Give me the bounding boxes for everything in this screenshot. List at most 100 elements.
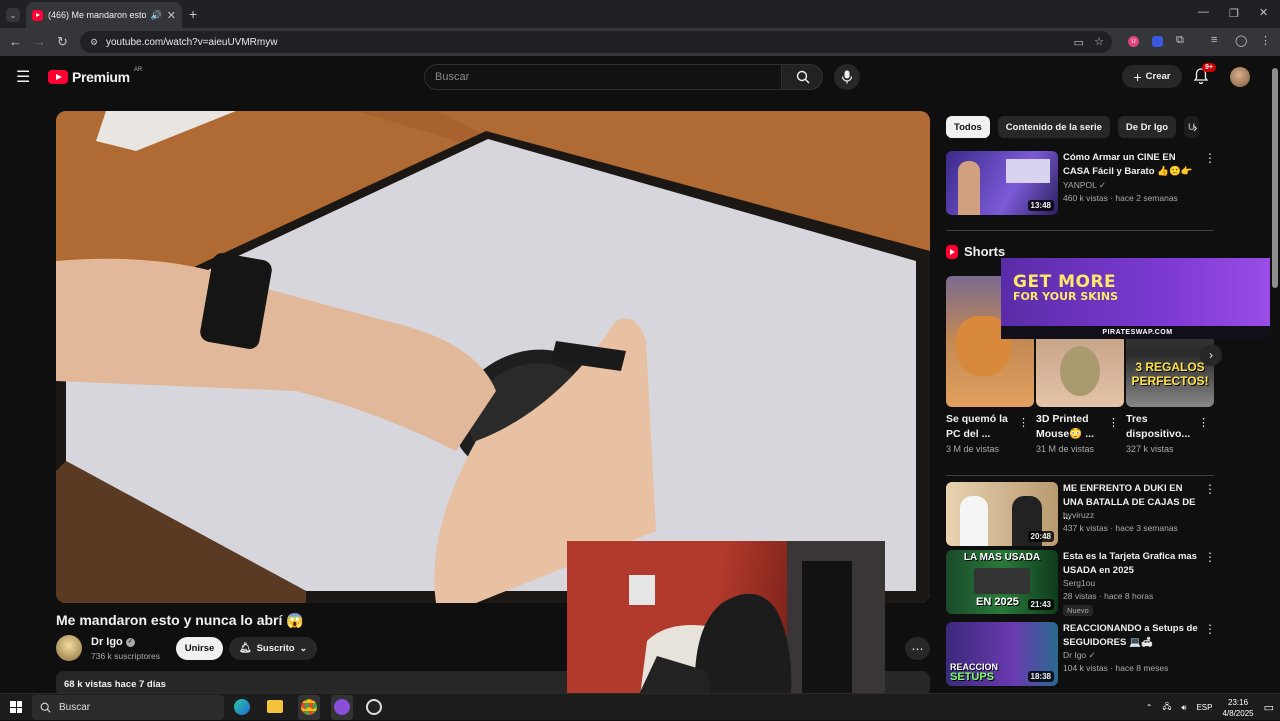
- hamburger-menu-icon[interactable]: ☰: [16, 67, 30, 87]
- video-meta: 460 k vistas · hace 2 semanas: [1063, 193, 1178, 203]
- related-filter-chips: Todos Contenido de la serie De Dr Igo U: [946, 116, 1199, 138]
- cast-icon[interactable]: ▭: [1074, 36, 1084, 49]
- minimize-icon[interactable]: —: [1198, 6, 1209, 18]
- url-text: youtube.com/watch?v=aieuUVMRmyw: [106, 36, 278, 48]
- video-title: Cómo Armar un CINE EN CASA Fácil y Barat…: [1063, 152, 1193, 177]
- forward-icon[interactable]: →: [33, 34, 46, 49]
- voice-search-button[interactable]: [834, 64, 860, 90]
- short-views: 3 M de vistas: [946, 444, 1000, 454]
- windows-logo-icon: [10, 701, 16, 707]
- page-scrollbar[interactable]: [1270, 56, 1280, 693]
- notification-center-icon[interactable]: ▭: [1264, 701, 1274, 714]
- reload-icon[interactable]: ↻: [57, 34, 68, 50]
- recommended-video[interactable]: LA MAS USADA EN 2025 21:43 Esta es la Ta…: [946, 550, 1216, 616]
- shorts-icon: [946, 244, 958, 259]
- recommended-video[interactable]: REACCION SETUPS 18:38 REACCIONANDO a Set…: [946, 622, 1216, 686]
- thumb-person: [958, 161, 980, 215]
- tray-chevron-icon[interactable]: ⌃: [1146, 703, 1153, 712]
- microphone-icon: [841, 70, 853, 84]
- browser-tab-active[interactable]: (466) Me mandaron esto y nunca lo abrí 🔊…: [26, 2, 182, 28]
- search-button[interactable]: [781, 64, 823, 90]
- bookmark-star-icon[interactable]: ☆: [1094, 35, 1104, 48]
- streaming-app-icon[interactable]: [331, 695, 353, 720]
- windows-logo-icon: [16, 701, 22, 707]
- profile-icon[interactable]: ◯: [1235, 34, 1247, 47]
- obs-icon[interactable]: [366, 699, 382, 715]
- channel-name-text: YANPOL: [1063, 180, 1097, 190]
- scrollbar-thumb[interactable]: [1272, 68, 1278, 288]
- overlay-ad-banner[interactable]: GET MORE FOR YOUR SKINS PIRATESWAP.COM: [1001, 258, 1274, 339]
- video-frame: [56, 111, 930, 603]
- input-language[interactable]: ESP: [1196, 703, 1212, 712]
- kebab-menu-icon[interactable]: ⋮: [1204, 550, 1216, 564]
- speaker-icon[interactable]: 🔊: [151, 10, 162, 21]
- recommended-video-top[interactable]: 13:48 Cómo Armar un CINE EN CASA Fácil y…: [946, 151, 1216, 215]
- clock[interactable]: 23:16 4/8/2025: [1222, 697, 1253, 719]
- edge-icon[interactable]: [234, 699, 250, 715]
- youtube-premium-logo[interactable]: Premium AR: [48, 67, 143, 85]
- shorts-next-button[interactable]: ›: [1200, 344, 1222, 366]
- kebab-menu-icon[interactable]: ⋮: [1204, 482, 1216, 496]
- recommended-video[interactable]: 20:48 ME ENFRENTO A DUKI EN UNA BATALLA …: [946, 482, 1216, 546]
- video-thumbnail[interactable]: REACCION SETUPS 18:38: [946, 622, 1058, 686]
- chips-next-chevron-icon[interactable]: ›: [1193, 120, 1197, 135]
- channel-name: Dr Igo ✓: [1063, 650, 1096, 661]
- video-thumbnail[interactable]: 20:48: [946, 482, 1058, 546]
- search-input[interactable]: Buscar: [424, 64, 782, 90]
- extensions-puzzle-icon[interactable]: ⧉: [1176, 34, 1184, 47]
- restore-icon[interactable]: ❐: [1229, 7, 1239, 20]
- country-code: AR: [133, 67, 143, 73]
- chip-channel[interactable]: De Dr Igo: [1117, 116, 1177, 138]
- video-thumbnail[interactable]: LA MAS USADA EN 2025 21:43: [946, 550, 1058, 614]
- kebab-menu-icon[interactable]: ⋮: [1018, 416, 1029, 429]
- video-title: Me mandaron esto y nunca lo abrí 😱: [56, 612, 304, 628]
- kebab-menu-icon[interactable]: ⋮: [1204, 151, 1216, 165]
- notifications-button[interactable]: 9+: [1193, 63, 1216, 85]
- tab-search-icon[interactable]: ⌄: [6, 8, 20, 22]
- extension-red-icon[interactable]: U: [1128, 36, 1139, 47]
- video-player[interactable]: [56, 111, 930, 603]
- duration-badge: 21:43: [1027, 599, 1054, 610]
- kebab-menu-icon[interactable]: ⋮: [1108, 416, 1119, 429]
- create-button[interactable]: + Crear: [1122, 65, 1182, 88]
- taskbar-search-label: Buscar: [59, 702, 91, 713]
- kebab-menu-icon[interactable]: ⋮: [1204, 622, 1216, 636]
- volume-icon[interactable]: 🔊︎: [1181, 703, 1186, 713]
- system-tray: ⌃ 🖧︎ 🔊︎ ESP 23:16 4/8/2025 ▭: [1146, 694, 1274, 721]
- ad-subline: FOR YOUR SKINS: [1013, 290, 1118, 303]
- extension-blue-icon[interactable]: [1152, 36, 1163, 47]
- chrome-icon[interactable]: [298, 695, 320, 720]
- duration-badge: 18:38: [1027, 671, 1054, 682]
- chip-todos[interactable]: Todos: [946, 116, 990, 138]
- youtube-header: ☰ Premium AR Buscar: [0, 56, 1270, 100]
- join-button[interactable]: Unirse: [176, 637, 223, 660]
- taskbar-search[interactable]: Buscar: [32, 695, 224, 720]
- window-close-icon[interactable]: ✕: [1259, 6, 1268, 19]
- close-tab-icon[interactable]: ✕: [167, 9, 176, 22]
- video-thumbnail[interactable]: 13:48: [946, 151, 1058, 215]
- more-actions-button[interactable]: ⋯: [905, 637, 930, 660]
- mouse-shape: [1060, 346, 1100, 396]
- browser-menu-icon[interactable]: ⋮: [1260, 34, 1271, 47]
- new-tab-icon[interactable]: +: [189, 6, 197, 22]
- shorts-heading: Shorts: [946, 244, 1005, 259]
- divider: [946, 475, 1214, 476]
- subscribed-button[interactable]: 🔔︎ Suscrito ⌄: [229, 637, 317, 660]
- channel-avatar[interactable]: [56, 635, 82, 661]
- subscribed-label: Suscrito: [256, 643, 295, 654]
- network-icon[interactable]: 🖧︎: [1162, 701, 1171, 715]
- start-button[interactable]: [10, 701, 22, 713]
- back-icon[interactable]: ←: [9, 34, 22, 49]
- site-info-icon[interactable]: ⚙: [86, 37, 102, 48]
- account-avatar[interactable]: [1230, 67, 1250, 87]
- channel-name[interactable]: Dr Igo ✓: [91, 636, 135, 648]
- file-explorer-icon[interactable]: [267, 700, 283, 713]
- thumb-caption-top: LA MAS USADA: [963, 552, 1041, 563]
- kebab-menu-icon[interactable]: ⋮: [1198, 416, 1209, 429]
- media-controls-icon[interactable]: ≡: [1211, 34, 1217, 46]
- clock-time: 23:16: [1228, 697, 1249, 707]
- address-bar[interactable]: ⚙ youtube.com/watch?v=aieuUVMRmyw ▭ ☆: [80, 31, 1112, 53]
- youtube-favicon-icon: [32, 9, 43, 21]
- search-icon: [796, 70, 810, 84]
- chip-series[interactable]: Contenido de la serie: [997, 116, 1110, 138]
